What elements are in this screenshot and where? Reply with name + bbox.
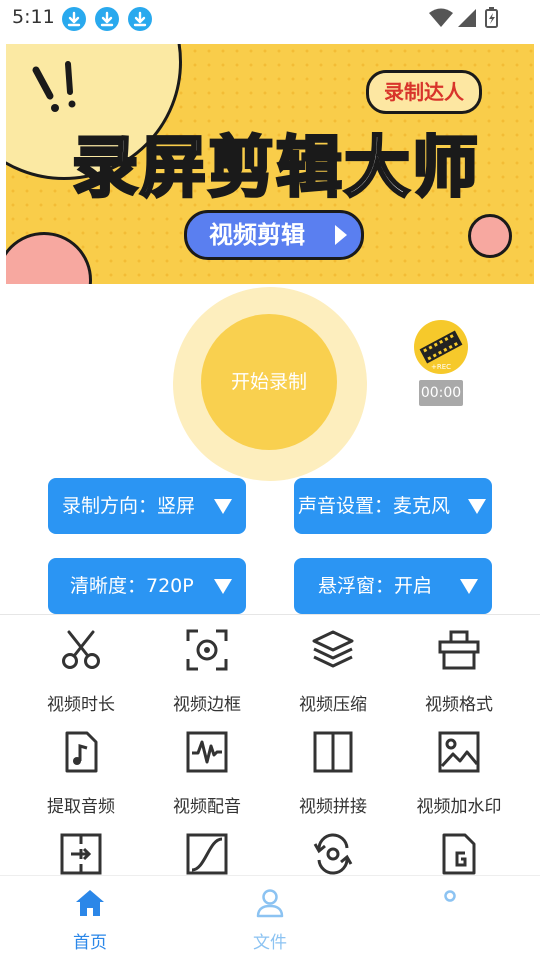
record-direction-dropdown[interactable]: 录制方向：竖屏 [48, 478, 246, 534]
nav-third-icon [444, 890, 456, 902]
play-arrow-icon [335, 225, 347, 245]
tool-video-dubbing[interactable]: 视频配音 [144, 730, 270, 817]
tool-label: 视频时长 [47, 695, 115, 715]
quality-label: 清晰度：720P [70, 575, 194, 597]
tool-video-format[interactable]: 视频格式 [396, 628, 522, 715]
status-bar: 5:11 [0, 0, 540, 36]
frame-icon [186, 629, 228, 671]
download-icon [95, 7, 119, 31]
waveform-icon [186, 731, 228, 773]
start-record-button[interactable]: 开始录制 [201, 314, 337, 450]
dropdown-arrow-icon [468, 499, 486, 514]
exclaim-decor-icon [32, 61, 76, 112]
floating-window-dropdown[interactable]: 悬浮窗：开启 [294, 558, 492, 614]
tool-item[interactable] [144, 832, 270, 880]
system-status-icons [429, 7, 498, 28]
rec-logo-text: +REC [431, 363, 451, 371]
tool-label: 提取音频 [47, 797, 115, 817]
promo-banner[interactable]: 录制达人 录屏剪辑大师 视频剪辑 [6, 44, 534, 284]
layers-icon [312, 630, 354, 668]
tool-item[interactable] [270, 832, 396, 880]
rotate-icon [313, 833, 353, 875]
nav-files[interactable]: 文件 [210, 888, 330, 953]
audio-setting-dropdown[interactable]: 声音设置：麦克风 [294, 478, 492, 534]
tool-label: 视频格式 [425, 695, 493, 715]
tool-video-merge[interactable]: 视频拼接 [270, 730, 396, 817]
user-icon [256, 889, 284, 918]
wifi-icon [429, 8, 453, 27]
curve-icon [186, 833, 228, 875]
tool-label: 视频拼接 [299, 797, 367, 817]
battery-charging-icon [485, 7, 498, 28]
signal-icon [458, 9, 476, 27]
tool-video-compress[interactable]: 视频压缩 [270, 628, 396, 715]
banner-edit-button[interactable]: 视频剪辑 [184, 210, 364, 260]
rec-logo-icon[interactable]: +REC [414, 320, 468, 374]
floating-window-label: 悬浮窗：开启 [318, 575, 433, 597]
tool-item[interactable] [18, 832, 144, 880]
bottom-navigation: 首页 文件 [0, 875, 540, 961]
tool-extract-audio[interactable]: 提取音频 [18, 730, 144, 817]
banner-title: 录屏剪辑大师 [71, 128, 480, 208]
nav-files-label: 文件 [253, 933, 287, 953]
nav-item-third[interactable] [390, 888, 510, 928]
home-icon [76, 890, 104, 916]
music-file-icon [65, 731, 98, 773]
image-icon [438, 731, 480, 773]
banner-decor-circle [468, 214, 512, 258]
tool-video-duration[interactable]: 视频时长 [18, 628, 144, 715]
audio-setting-label: 声音设置：麦克风 [298, 495, 451, 517]
dropdown-arrow-icon [214, 499, 232, 514]
download-icon [128, 7, 152, 31]
tool-video-watermark[interactable]: 视频加水印 [396, 730, 522, 817]
gif-file-icon [442, 833, 476, 875]
tool-label: 视频配音 [173, 797, 241, 817]
split-icon [313, 731, 353, 773]
divider [0, 614, 540, 615]
tool-label: 视频边框 [173, 695, 241, 715]
dropdown-arrow-icon [214, 579, 232, 594]
banner-edit-label: 视频剪辑 [209, 221, 305, 249]
scissors-icon [62, 630, 100, 669]
download-icon [62, 7, 86, 31]
record-direction-label: 录制方向：竖屏 [62, 495, 196, 517]
nav-home[interactable]: 首页 [30, 888, 150, 953]
transfer-icon [60, 833, 102, 875]
format-icon [438, 630, 480, 670]
tool-label: 视频加水印 [416, 797, 502, 817]
quality-dropdown[interactable]: 清晰度：720P [48, 558, 246, 614]
dropdown-arrow-icon [460, 579, 478, 594]
banner-tag: 录制达人 [366, 70, 482, 114]
tool-item[interactable] [396, 832, 522, 880]
record-timer: 00:00 [419, 380, 463, 406]
tool-video-border[interactable]: 视频边框 [144, 628, 270, 715]
nav-home-label: 首页 [73, 933, 107, 953]
tool-label: 视频压缩 [299, 695, 367, 715]
status-time: 5:11 [12, 6, 55, 28]
